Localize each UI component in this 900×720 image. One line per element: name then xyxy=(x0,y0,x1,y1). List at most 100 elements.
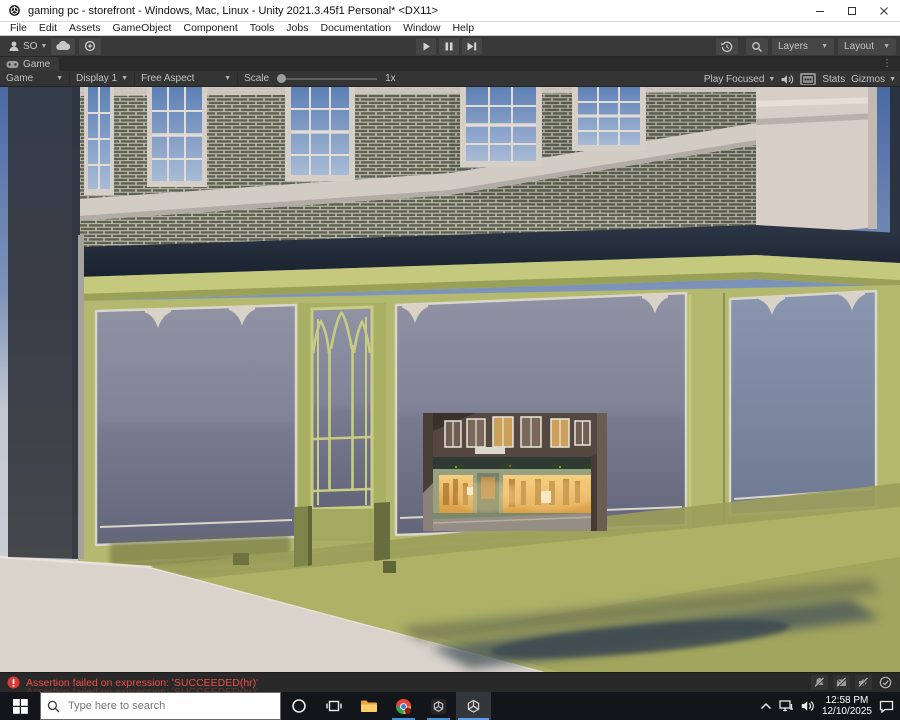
folder-icon xyxy=(360,700,377,712)
minimize-icon xyxy=(816,10,824,12)
search-input[interactable] xyxy=(66,699,246,713)
play-controls xyxy=(416,38,482,55)
undo-history-button[interactable] xyxy=(716,38,738,55)
menu-component[interactable]: Component xyxy=(177,22,243,35)
menu-gameobject[interactable]: GameObject xyxy=(107,22,178,35)
cloud-icon xyxy=(56,41,71,51)
unity-hub-button[interactable] xyxy=(421,692,456,720)
menu-documentation[interactable]: Documentation xyxy=(314,22,397,35)
main-toolbar: SO ▼ Layers ▼ Layout ▼ xyxy=(0,36,900,57)
speaker-slash-icon[interactable] xyxy=(855,675,872,690)
layers-dropdown[interactable]: Layers ▼ xyxy=(772,38,834,55)
tray-clock[interactable]: 12:58 PM 12/10/2025 xyxy=(822,695,872,717)
layers-caret-icon: ▼ xyxy=(821,43,828,50)
scale-slider-track[interactable] xyxy=(277,74,378,83)
maximize-button[interactable] xyxy=(836,0,868,21)
pause-button[interactable] xyxy=(439,38,459,55)
account-label: SO xyxy=(23,40,38,52)
step-button[interactable] xyxy=(462,38,482,55)
cloud-button[interactable] xyxy=(51,37,76,55)
file-explorer-button[interactable] xyxy=(351,692,386,720)
search-button[interactable] xyxy=(746,38,768,55)
gizmos-dropdown[interactable]: Gizmos ▼ xyxy=(851,74,898,85)
chrome-button[interactable] xyxy=(386,692,421,720)
game-viewport[interactable] xyxy=(0,87,900,672)
game-view-toolbar: Game ▼ Display 1 ▼ Free Aspect ▼ Scale 1… xyxy=(0,70,900,87)
menu-jobs[interactable]: Jobs xyxy=(280,22,314,35)
view-mode-label: Game xyxy=(6,73,34,84)
gamepad-icon xyxy=(6,60,19,68)
unity-editor-button[interactable] xyxy=(456,692,491,720)
reference-photo xyxy=(423,413,607,531)
system-tray: 12:58 PM 12/10/2025 xyxy=(760,692,900,720)
services-button[interactable] xyxy=(79,37,102,55)
title-bar: gaming pc - storefront - Windows, Mac, L… xyxy=(0,0,900,22)
action-center-icon[interactable] xyxy=(879,700,894,713)
upper-window-1 xyxy=(84,87,114,195)
play-focused-caret-icon: ▼ xyxy=(768,75,776,83)
layout-label: Layout xyxy=(844,41,875,52)
display-caret-icon: ▼ xyxy=(121,75,129,82)
scale-value: 1x xyxy=(385,73,396,84)
account-dropdown[interactable]: SO ▼ xyxy=(8,40,47,52)
cortana-button[interactable] xyxy=(281,692,316,720)
task-view-button[interactable] xyxy=(316,692,351,720)
unity-editor-window: gaming pc - storefront - Windows, Mac, L… xyxy=(0,0,900,720)
gizmos-caret-icon: ▼ xyxy=(889,75,896,83)
taskbar-search[interactable] xyxy=(40,692,281,720)
aspect-dropdown[interactable]: Free Aspect ▼ xyxy=(135,70,239,87)
menu-window[interactable]: Window xyxy=(397,22,446,35)
display-dropdown[interactable]: Display 1 ▼ xyxy=(70,70,136,87)
windows-taskbar: 12:58 PM 12/10/2025 xyxy=(0,692,900,720)
vsync-toggle[interactable] xyxy=(800,73,817,85)
task-view-icon xyxy=(325,700,342,712)
progress-check-icon[interactable] xyxy=(877,675,894,690)
game-scene-svg xyxy=(0,87,900,672)
play-focused-label: Play Focused xyxy=(703,73,765,85)
scale-slider-knob[interactable] xyxy=(277,74,287,83)
start-button[interactable] xyxy=(0,692,40,720)
minimize-button[interactable] xyxy=(804,0,836,21)
mail-slash-icon[interactable] xyxy=(833,675,850,690)
network-icon[interactable] xyxy=(779,700,794,712)
tray-date: 12/10/2025 xyxy=(821,706,872,717)
play-focused-dropdown[interactable]: Play Focused ▼ xyxy=(704,74,776,85)
menu-assets[interactable]: Assets xyxy=(63,22,107,35)
tray-chevron-icon[interactable] xyxy=(760,702,772,710)
tab-overflow-menu[interactable]: ⋮ xyxy=(882,57,892,71)
shop-window-bay xyxy=(728,289,878,517)
stats-toggle[interactable]: Stats xyxy=(822,74,845,85)
close-button[interactable] xyxy=(868,0,900,21)
layout-dropdown[interactable]: Layout ▼ xyxy=(838,38,896,55)
unity-logo-icon xyxy=(9,5,20,16)
vsync-icon xyxy=(802,74,815,84)
view-mode-dropdown[interactable]: Game ▼ xyxy=(0,70,70,87)
menu-tools[interactable]: Tools xyxy=(244,22,281,35)
status-bar: Assertion failed on expression: 'SUCCEED… xyxy=(0,672,900,692)
account-caret-icon: ▼ xyxy=(40,42,48,50)
tab-game-label: Game xyxy=(23,58,51,70)
upper-window-2 xyxy=(147,87,207,187)
tab-game[interactable]: Game xyxy=(0,57,60,71)
account-icon xyxy=(9,41,19,51)
menu-file[interactable]: File xyxy=(4,22,33,35)
chrome-icon xyxy=(395,698,412,714)
windows-logo-icon xyxy=(12,698,28,714)
gizmos-label: Gizmos xyxy=(851,73,886,85)
volume-icon[interactable] xyxy=(801,700,815,712)
scale-control: Scale 1x xyxy=(238,71,402,87)
error-icon[interactable] xyxy=(7,676,20,689)
bell-slash-icon[interactable] xyxy=(811,675,828,690)
display-label: Display 1 xyxy=(76,73,118,84)
scale-label: Scale xyxy=(244,73,270,84)
chrome-badge xyxy=(404,707,411,714)
left-pilaster xyxy=(8,87,84,559)
upper-window-4 xyxy=(460,87,542,167)
mute-audio-icon[interactable] xyxy=(781,74,794,85)
play-button[interactable] xyxy=(416,38,436,55)
search-icon xyxy=(752,41,762,52)
status-tray xyxy=(811,675,894,690)
menu-help[interactable]: Help xyxy=(446,22,480,35)
menu-edit[interactable]: Edit xyxy=(33,22,63,35)
menu-bar: File Edit Assets GameObject Component To… xyxy=(0,22,900,36)
